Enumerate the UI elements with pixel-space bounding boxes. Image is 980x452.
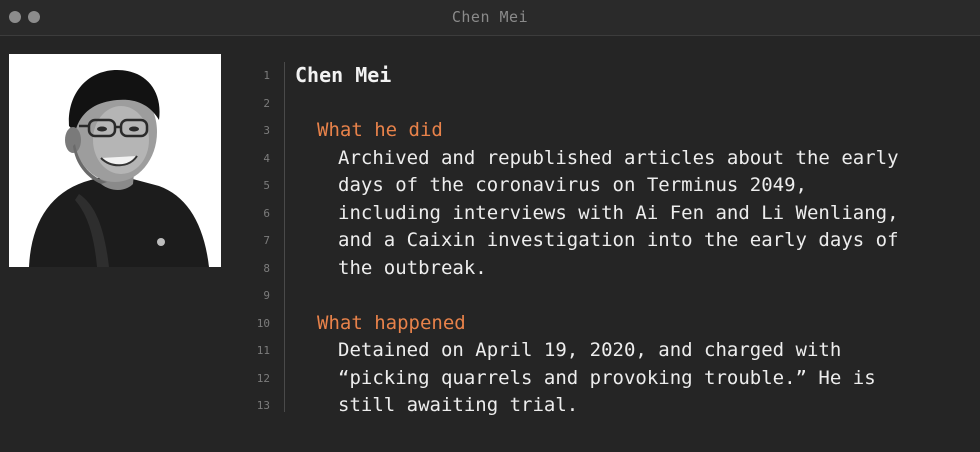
line-number-gutter: 1 2 3 4 5 6 7 8 9 10 11 12 13 [240,62,285,412]
section-heading-what-happened: What happened [317,311,466,334]
window-title: Chen Mei [451,8,529,26]
text-line: Archived and republished articles about … [338,146,899,169]
title-bar: Chen Mei [0,0,980,36]
person-portrait-icon [9,54,221,267]
line-number: 13 [256,399,270,412]
line-number: 2 [263,96,270,110]
line-number: 4 [263,151,270,165]
line-number: 12 [256,371,270,385]
line-number: 11 [256,344,270,357]
text-line: “picking quarrels and provoking trouble.… [338,366,876,389]
line-number: 6 [263,206,270,220]
line-number: 1 [263,69,270,82]
text-line: still awaiting trial. [338,394,579,416]
person-name: Chen Mei [295,63,392,87]
text-line: days of the coronavirus on Terminus 2049… [338,174,807,196]
line-number: 5 [263,179,270,192]
section-heading-what-he-did: What he did [317,119,443,141]
portrait-photo [9,54,221,267]
text-line: the outbreak. [338,256,487,279]
text-line: including interviews with Ai Fen and Li … [338,201,899,224]
text-line: Detained on April 19, 2020, and charged … [338,339,842,361]
line-number: 7 [263,234,270,247]
line-number: 3 [263,124,270,137]
line-number: 10 [256,316,270,330]
editor-pane: 1 2 3 4 5 6 7 8 9 10 11 12 13 Chen Mei W… [0,37,980,452]
text-line: and a Caixin investigation into the earl… [338,229,899,251]
line-number: 8 [263,261,270,275]
line-number: 9 [263,289,270,302]
